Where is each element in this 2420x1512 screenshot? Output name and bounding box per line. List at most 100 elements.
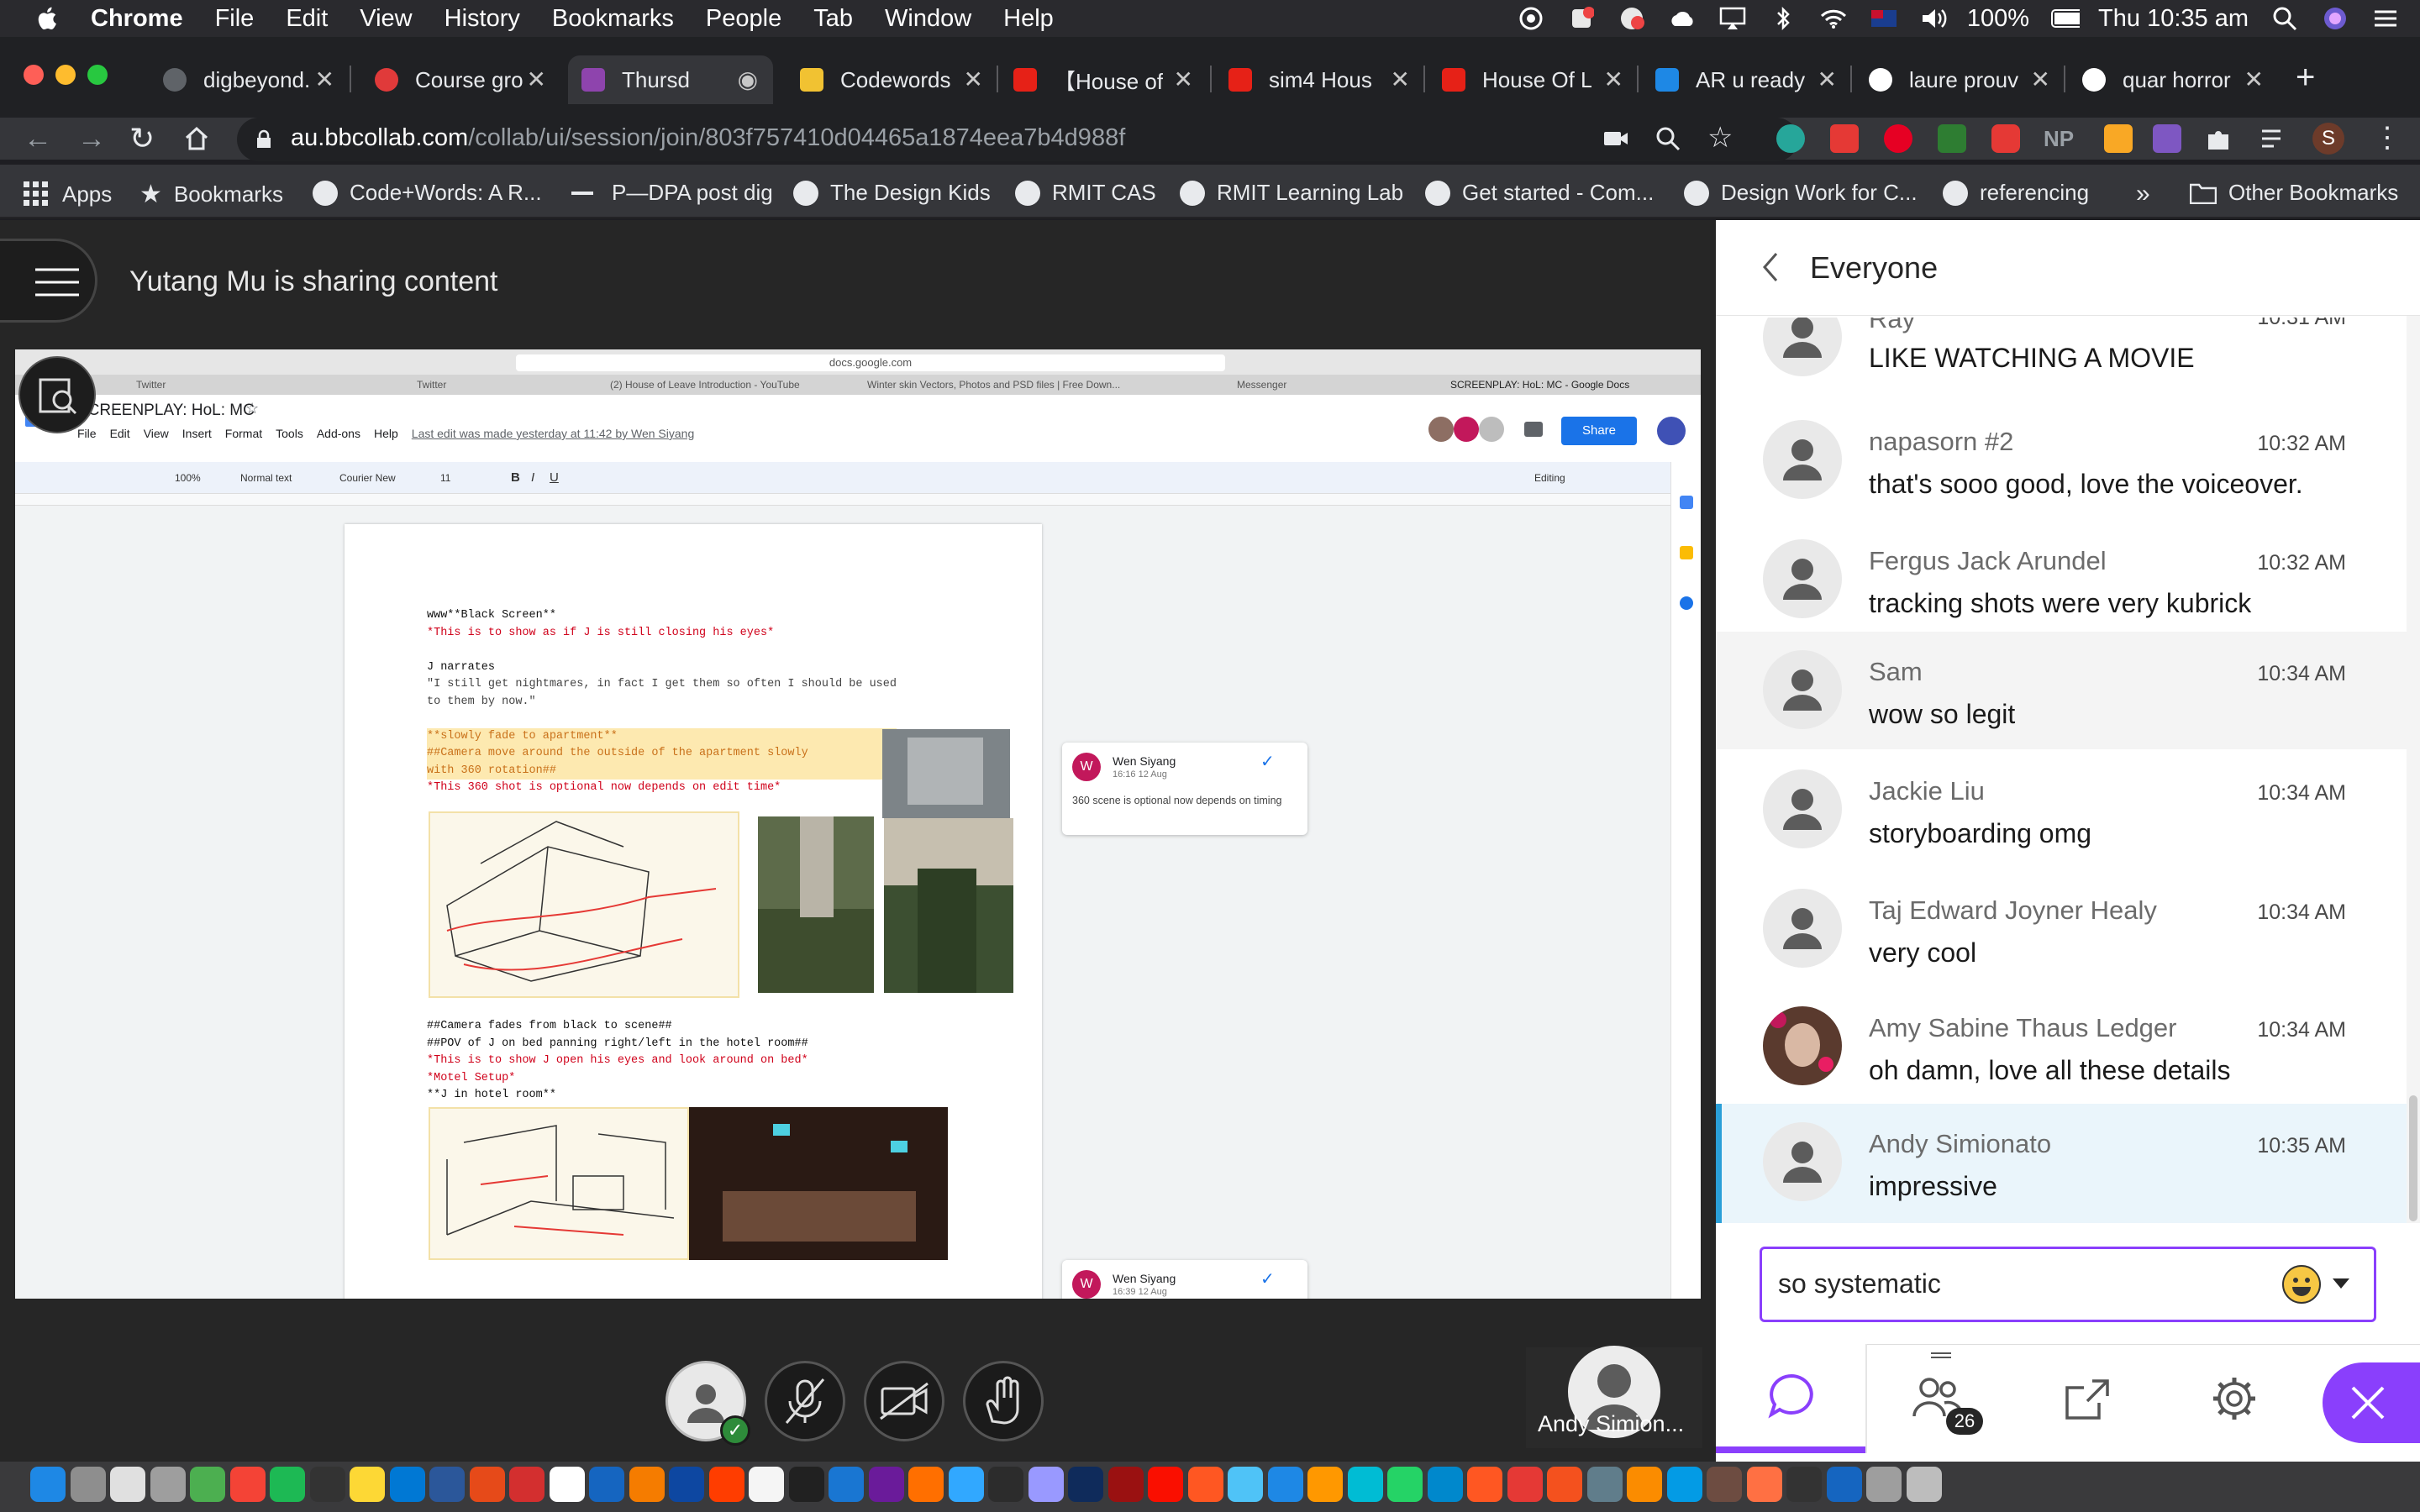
- dock-app-icon[interactable]: [309, 1467, 345, 1502]
- dock-app-icon[interactable]: [629, 1467, 665, 1502]
- menu-app-name[interactable]: Chrome: [91, 5, 183, 33]
- profile-avatar[interactable]: S: [2312, 123, 2344, 155]
- dock-app-icon[interactable]: [1107, 1467, 1144, 1502]
- dock-app-icon[interactable]: [749, 1467, 784, 1502]
- bookmark-item[interactable]: Get started - Com...: [1425, 180, 1654, 206]
- pinterest-icon[interactable]: [1884, 124, 1912, 153]
- bookmarks-overflow-button[interactable]: »: [2136, 180, 2150, 208]
- dock-app-icon[interactable]: [1347, 1467, 1383, 1502]
- dock-app-icon[interactable]: [1507, 1467, 1543, 1502]
- bookmark-item[interactable]: RMIT CAS: [1015, 180, 1156, 206]
- dock-app-icon[interactable]: [1666, 1467, 1702, 1502]
- chrome-menu-icon[interactable]: ⋮: [2373, 121, 2402, 155]
- dock-app-icon[interactable]: [829, 1467, 864, 1502]
- tab-close-icon[interactable]: ✕: [2031, 66, 2050, 93]
- flag-icon[interactable]: [1870, 6, 1898, 31]
- session-menu-button[interactable]: [0, 239, 97, 323]
- camera-toggle-button[interactable]: [864, 1361, 944, 1441]
- menu-people[interactable]: People: [706, 5, 781, 33]
- menu-tab[interactable]: Tab: [813, 5, 853, 33]
- reload-button[interactable]: ↻: [129, 121, 155, 156]
- dock-app-icon[interactable]: [1707, 1467, 1742, 1502]
- dock-app-icon[interactable]: [1586, 1467, 1623, 1502]
- apple-icon[interactable]: [34, 4, 62, 33]
- siri-icon[interactable]: [2321, 6, 2349, 31]
- dock-app-icon[interactable]: [1826, 1467, 1862, 1502]
- menu-help[interactable]: Help: [1003, 5, 1054, 33]
- adobe-status-icon[interactable]: [1567, 6, 1596, 31]
- chevron-down-icon[interactable]: [2331, 1277, 2351, 1290]
- dock-app-icon[interactable]: [1267, 1467, 1303, 1502]
- bluetooth-icon[interactable]: [1769, 6, 1797, 31]
- menu-file[interactable]: File: [215, 5, 255, 33]
- chat-tab[interactable]: [1716, 1344, 1867, 1453]
- dock-app-icon[interactable]: [788, 1467, 824, 1502]
- shared-content-zoom-button[interactable]: [18, 356, 96, 433]
- microphone-toggle-button[interactable]: [765, 1361, 845, 1441]
- dock-app-icon[interactable]: [509, 1467, 544, 1502]
- browser-tab[interactable]: sim4 Hous ✕: [1215, 55, 1410, 104]
- volume-icon[interactable]: [1920, 6, 1949, 31]
- bookmark-bookmarks[interactable]: ★ Bookmarks: [139, 180, 283, 209]
- bookmark-apps[interactable]: Apps: [22, 180, 112, 208]
- chat-input-value[interactable]: so systematic: [1778, 1268, 1941, 1299]
- tab-close-icon[interactable]: ✕: [315, 66, 334, 93]
- tab-close-icon[interactable]: ✕: [1174, 66, 1193, 93]
- attendees-tab[interactable]: 26: [1867, 1344, 2015, 1453]
- dock-app-icon[interactable]: [1427, 1467, 1463, 1502]
- browser-tab-active[interactable]: Thursd ◉: [568, 55, 773, 104]
- menu-history[interactable]: History: [445, 5, 520, 33]
- dock-app-icon[interactable]: [1068, 1467, 1103, 1502]
- dock-app-icon[interactable]: [190, 1467, 225, 1502]
- bookmark-star-icon[interactable]: ☆: [1707, 121, 1733, 155]
- dock-app-icon[interactable]: [1627, 1467, 1662, 1502]
- tab-close-icon[interactable]: ✕: [2244, 66, 2264, 93]
- dock-app-icon[interactable]: [908, 1467, 944, 1502]
- browser-tab[interactable]: 【House of ✕: [1000, 55, 1193, 104]
- dock-app-icon[interactable]: [868, 1467, 904, 1502]
- dock-app-icon[interactable]: [270, 1467, 305, 1502]
- bookmark-item[interactable]: Code+Words: A R...: [313, 180, 542, 206]
- menu-window[interactable]: Window: [885, 5, 971, 33]
- control-center-icon[interactable]: [2371, 6, 2400, 31]
- wifi-icon[interactable]: [1819, 6, 1848, 31]
- dock-app-icon[interactable]: [708, 1467, 744, 1502]
- dock-app-icon[interactable]: [1547, 1467, 1582, 1502]
- menu-view[interactable]: View: [360, 5, 412, 33]
- tab-close-icon[interactable]: ✕: [1391, 66, 1410, 93]
- chat-scrollbar[interactable]: [2407, 316, 2420, 1223]
- dock-app-icon[interactable]: [669, 1467, 704, 1502]
- dock-app-icon[interactable]: [1187, 1467, 1223, 1502]
- dock-app-icon[interactable]: [988, 1467, 1023, 1502]
- dock-app-icon[interactable]: [1467, 1467, 1502, 1502]
- dock-app-icon[interactable]: [350, 1467, 385, 1502]
- extension-icon[interactable]: [2104, 124, 2133, 153]
- chat-scrollbar-thumb[interactable]: [2409, 1095, 2417, 1221]
- menu-edit[interactable]: Edit: [286, 5, 328, 33]
- airplay-icon[interactable]: [1718, 6, 1747, 31]
- dock-app-icon[interactable]: [1307, 1467, 1343, 1502]
- bookmark-item[interactable]: Design Work for C...: [1684, 180, 1918, 206]
- emoji-picker-button[interactable]: [2282, 1265, 2321, 1304]
- home-icon[interactable]: [183, 126, 210, 151]
- lock-icon[interactable]: [255, 129, 272, 150]
- browser-tab[interactable]: laure prouv ✕: [1855, 55, 2050, 104]
- zoom-icon[interactable]: [1655, 126, 1681, 151]
- dock-app-icon[interactable]: [549, 1467, 585, 1502]
- browser-tab[interactable]: Codewords ✕: [786, 55, 983, 104]
- dock-app-icon[interactable]: [150, 1467, 186, 1502]
- dock-app-icon[interactable]: [229, 1467, 266, 1502]
- dock-app-icon[interactable]: [948, 1467, 984, 1502]
- notification-badge-icon[interactable]: [1618, 6, 1646, 31]
- bookmark-item[interactable]: P—DPA post dig: [571, 180, 773, 206]
- reading-list-icon[interactable]: [2260, 128, 2289, 151]
- self-video-tile[interactable]: Andy Simion...: [1526, 1346, 1702, 1448]
- tab-close-icon[interactable]: ✕: [527, 66, 546, 93]
- pocket-icon[interactable]: [1991, 124, 2020, 153]
- browser-tab[interactable]: digbeyond. ✕: [150, 55, 334, 104]
- clock[interactable]: Thu 10:35 am: [2098, 5, 2249, 33]
- camera-in-use-icon[interactable]: [1603, 129, 1628, 148]
- share-content-tab[interactable]: [2015, 1344, 2161, 1453]
- browser-tab[interactable]: quar horror ✕: [2069, 55, 2264, 104]
- dock-app-icon[interactable]: [1028, 1467, 1064, 1502]
